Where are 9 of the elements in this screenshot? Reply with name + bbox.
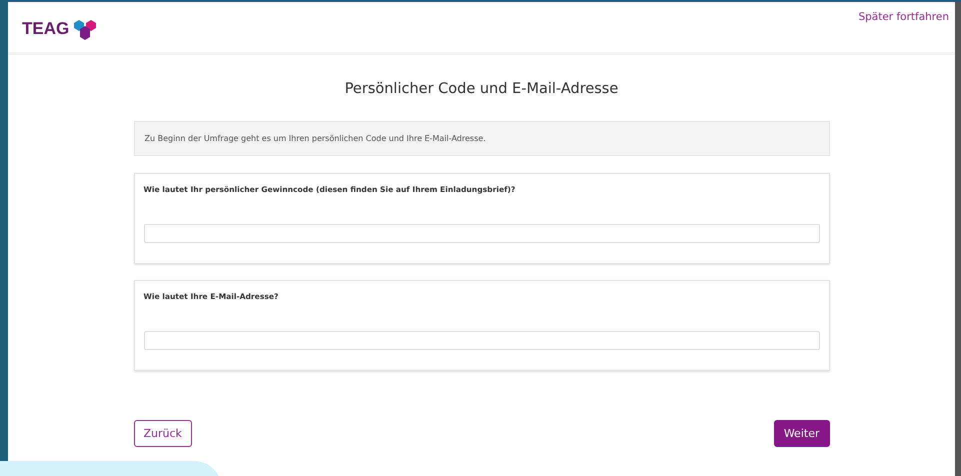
- logo-text: TEAG: [22, 19, 70, 39]
- answer-field[interactable]: [144, 224, 820, 243]
- page-title: Persönlicher Code und E-Mail-Adresse: [344, 81, 620, 97]
- back-button[interactable]: Zurück: [134, 420, 192, 447]
- answer-field[interactable]: [144, 331, 820, 350]
- continue-later-link[interactable]: Später fortfahren: [858, 11, 949, 23]
- cube-logo-icon: [73, 17, 98, 41]
- next-button[interactable]: Weiter: [774, 420, 830, 447]
- intro-text: Zu Beginn der Umfrage geht es um Ihren persönlichen Code und Ihre E-Mail-Adresse.: [134, 121, 830, 156]
